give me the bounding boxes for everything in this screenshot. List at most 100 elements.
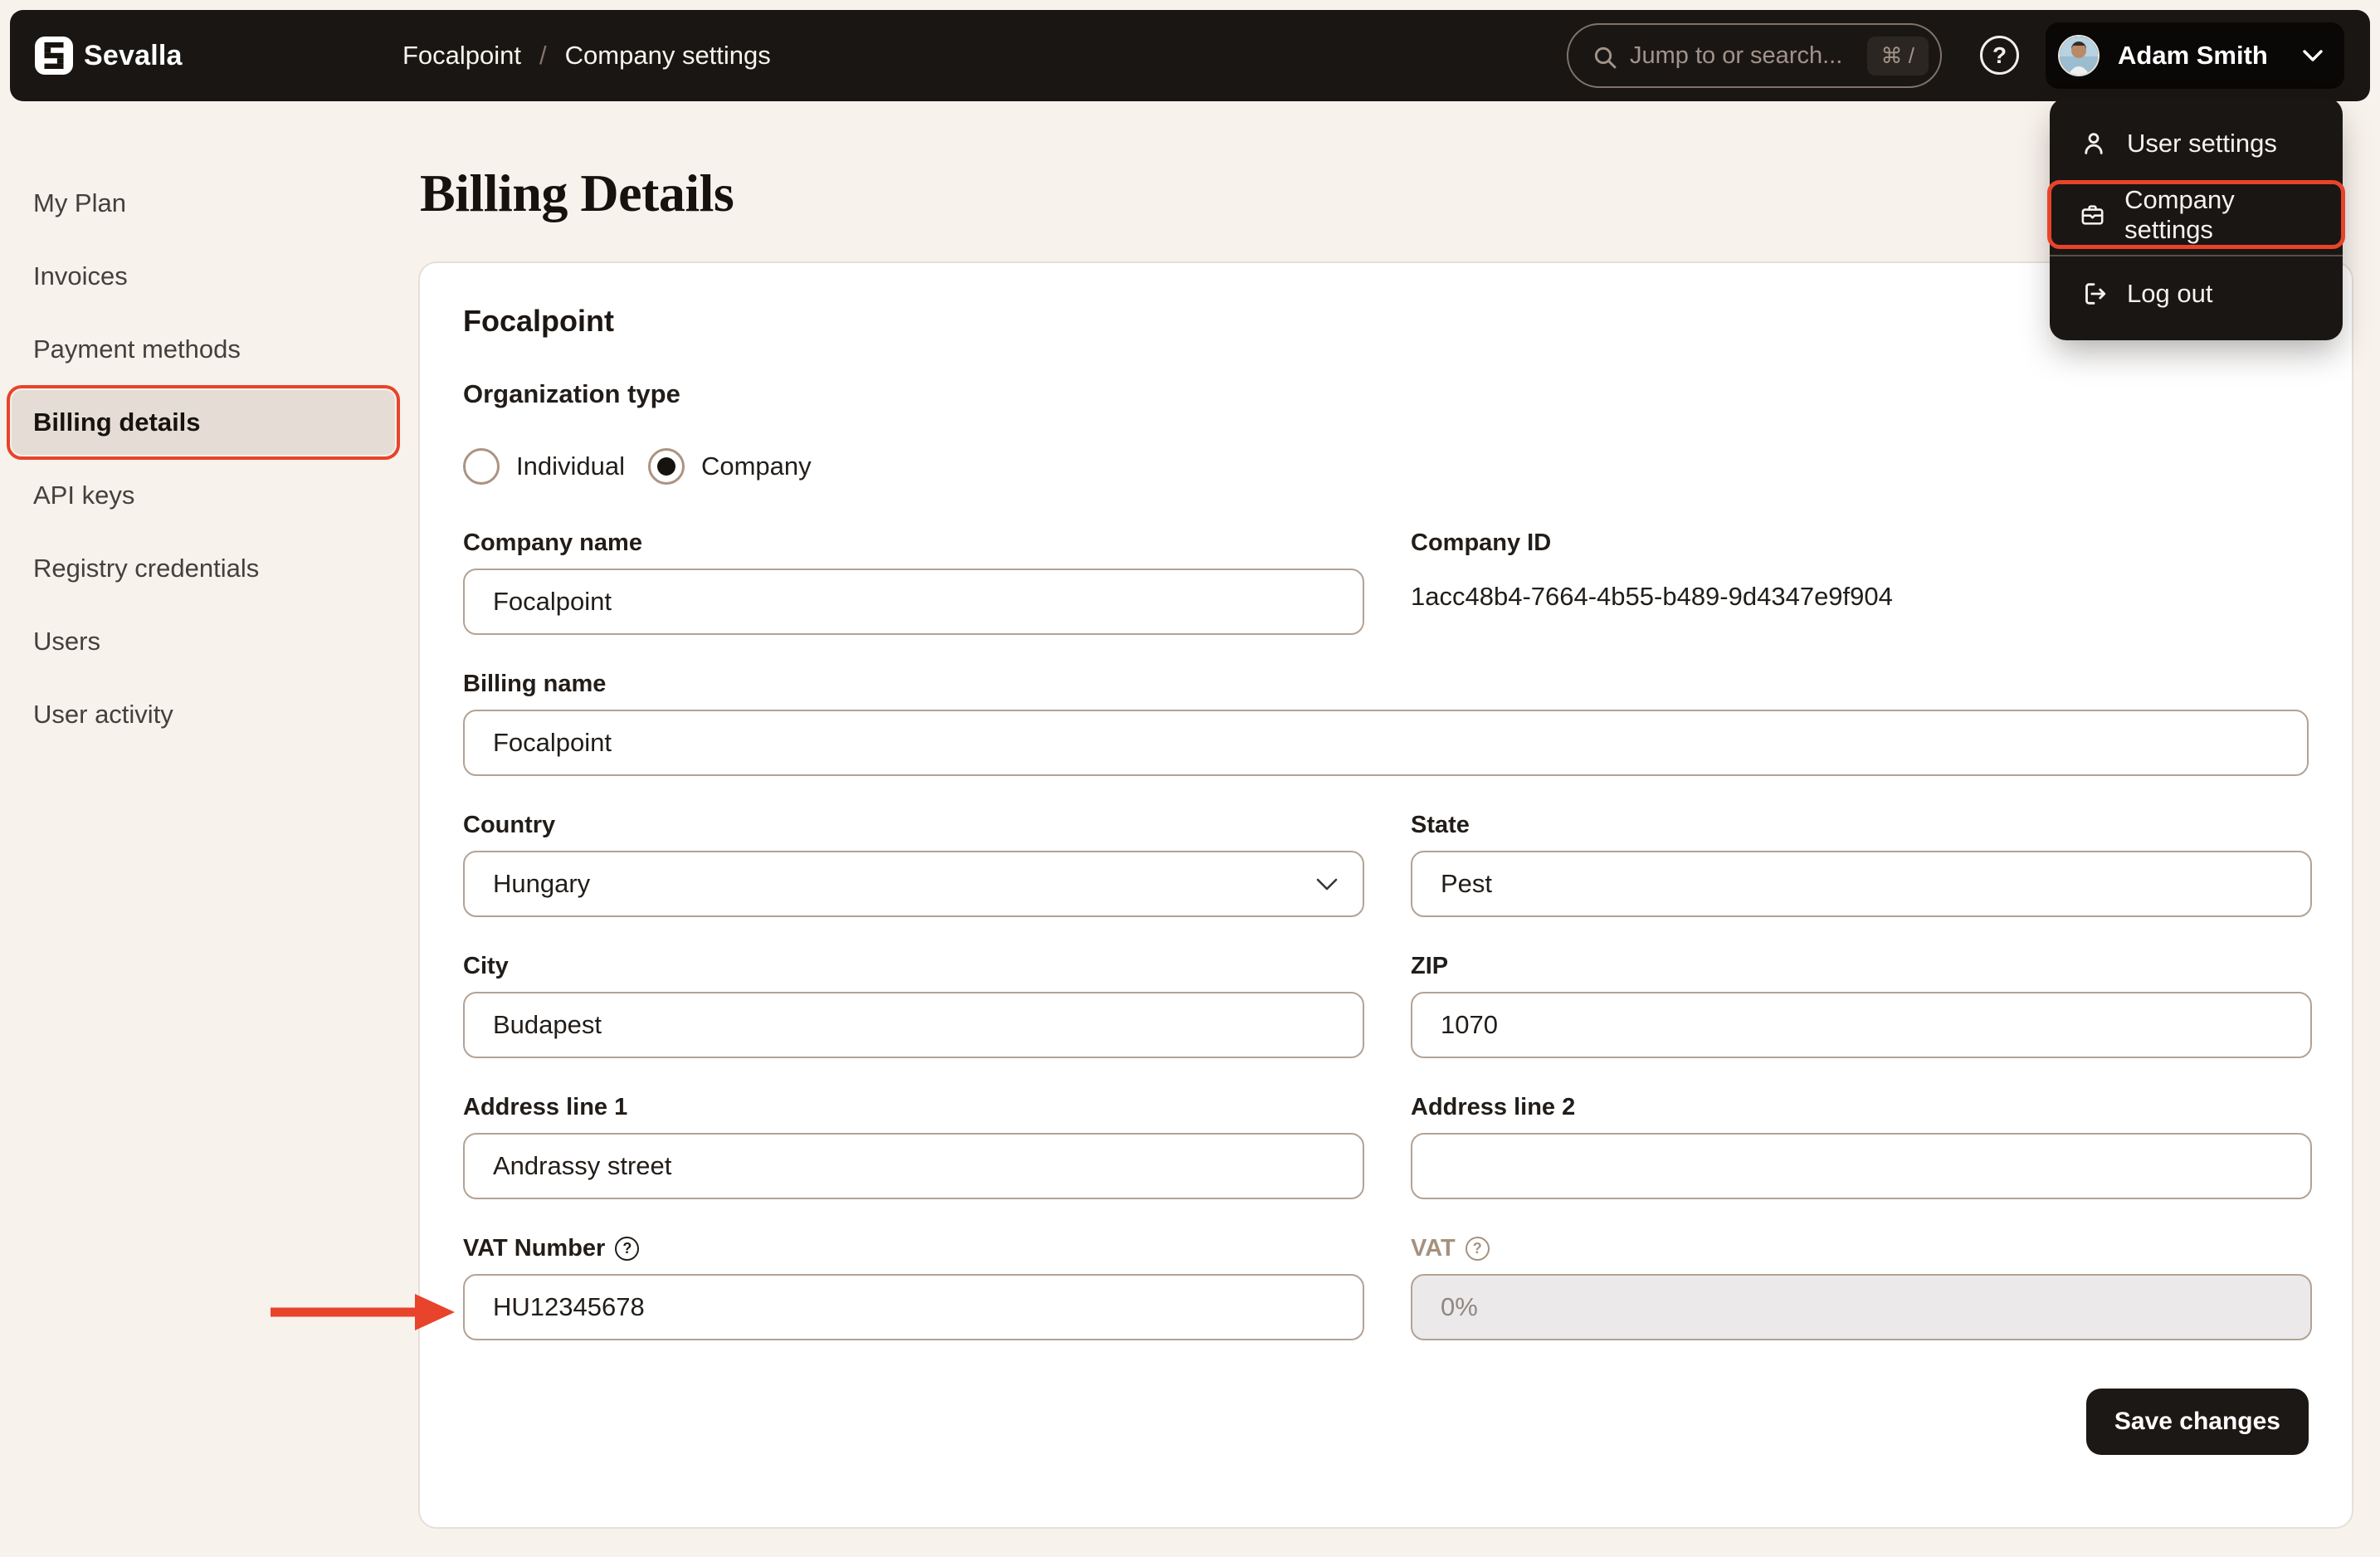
search-icon [1592,44,1618,75]
address-line-2-label: Address line 2 [1411,1094,1576,1120]
menu-divider [2050,255,2343,256]
menu-item-label: Company settings [2124,184,2235,244]
question-mark-icon: ? [1992,41,2007,68]
page-title: Billing Details [420,164,734,222]
vat-number-group: VAT Number ? [463,1234,1364,1340]
menu-item-label: User settings [2127,129,2277,158]
billing-name-field[interactable] [463,710,2309,776]
menu-item-company-settings[interactable]: Company settings [2047,180,2345,249]
chevron-down-icon [2303,50,2323,61]
row-company: Company name Company ID 1acc48b4-7664-4b… [463,529,2309,635]
sidebar-item-billing-details[interactable]: Billing details [7,385,400,460]
company-id-group: Company ID 1acc48b4-7664-4b55-b489-9d434… [1411,529,2312,635]
zip-label: ZIP [1411,953,1449,979]
menu-item-log-out[interactable]: Log out [2068,265,2324,323]
sidebar-item-invoices[interactable]: Invoices [12,244,395,309]
company-name-group: Company name [463,529,1364,635]
address-line-2-field[interactable] [1411,1133,2312,1199]
state-field[interactable] [1411,851,2312,917]
topbar: Sevalla Focalpoint / Company settings ⌘ … [10,10,2370,101]
row-country-state: Country Hungary State [463,811,2312,917]
company-name-label: Company name [463,530,642,556]
company-id-value: 1acc48b4-7664-4b55-b489-9d4347e9f904 [1411,582,1893,611]
state-group: State [1411,811,2312,917]
annotation-arrow [271,1294,455,1330]
address-line-2-group: Address line 2 [1411,1093,2312,1199]
pixel-s-glyph [44,42,64,69]
address-line-1-field[interactable] [463,1133,1364,1199]
chevron-down-icon [1316,878,1338,895]
row-address: Address line 1 Address line 2 [463,1093,2312,1199]
sidebar-item-label: Users [33,627,100,656]
radio-label: Company [700,451,812,481]
country-select-value[interactable]: Hungary [463,851,1364,917]
country-select[interactable]: Hungary [463,851,1364,917]
radio-individual[interactable]: Individual [463,448,625,485]
vat-label-text: VAT [1411,1235,1456,1262]
vat-group: VAT ? [1411,1234,2312,1340]
sidebar-item-my-plan[interactable]: My Plan [12,171,395,236]
organization-type-label: Organization type [463,379,680,408]
question-mark-glyph: ? [1472,1240,1482,1257]
sidebar-item-registry-credentials[interactable]: Registry credentials [12,536,395,601]
help-button[interactable]: ? [1980,36,2019,75]
country-group: Country Hungary [463,811,1364,917]
sidebar-item-user-activity[interactable]: User activity [12,682,395,747]
vat-number-label-text: VAT Number [463,1235,606,1262]
global-search[interactable]: ⌘ / [1567,23,1942,88]
sevalla-logo-icon [35,37,73,75]
billing-name-group: Billing name [463,670,2309,776]
sidebar-item-payment-methods[interactable]: Payment methods [12,317,395,382]
question-mark-glyph: ? [622,1240,632,1257]
help-circle-icon[interactable]: ? [615,1236,640,1261]
vat-number-label: VAT Number ? [463,1234,1364,1262]
vat-number-field[interactable] [463,1274,1364,1340]
sidebar-item-users[interactable]: Users [12,609,395,674]
state-label: State [1411,812,1470,838]
breadcrumb-current[interactable]: Company settings [565,41,771,71]
address-line-1-label: Address line 1 [463,1094,628,1120]
radio-company[interactable]: Company [647,448,812,485]
sidebar-item-label: Invoices [33,261,128,290]
sidebar-item-api-keys[interactable]: API keys [12,463,395,528]
company-name-field[interactable] [463,569,1364,635]
sidebar-item-label: Registry credentials [33,554,260,583]
row-billing-name: Billing name [463,670,2309,776]
row-vat: VAT Number ? VAT ? [463,1234,2312,1340]
zip-field[interactable] [1411,992,2312,1058]
search-shortcut-badge: ⌘ / [1866,37,1929,76]
city-label: City [463,953,509,979]
sidebar-item-label: Billing details [33,408,201,437]
breadcrumb: Focalpoint / Company settings [402,10,771,101]
sidebar-item-label: API keys [33,481,135,510]
row-city-zip: City ZIP [463,952,2312,1058]
user-icon [2085,133,2103,154]
radio-circle-unchecked[interactable] [463,448,500,485]
radio-circle-checked[interactable] [647,448,685,485]
city-group: City [463,952,1364,1058]
sevalla-logo[interactable]: Sevalla [35,37,183,75]
search-input[interactable] [1630,25,1870,86]
logo-wordmark: Sevalla [84,39,183,71]
menu-item-user-settings[interactable]: User settings [2068,115,2324,173]
billing-name-label: Billing name [463,671,607,697]
sidebar-item-label: My Plan [33,188,126,217]
city-field[interactable] [463,992,1364,1058]
save-changes-button[interactable]: Save changes [2085,1389,2309,1455]
save-row: Save changes [463,1389,2309,1455]
vat-label: VAT ? [1411,1234,2312,1262]
address-line-1-group: Address line 1 [463,1093,1364,1199]
country-label: Country [463,812,556,838]
company-id-label: Company ID [1411,530,1552,556]
breadcrumb-separator: / [539,41,547,70]
zip-group: ZIP [1411,952,2312,1058]
breadcrumb-project[interactable]: Focalpoint [402,41,521,71]
organization-type-group: Individual Company [463,448,2309,485]
help-circle-icon[interactable]: ? [1465,1236,1490,1261]
radio-label: Individual [516,451,625,481]
billing-sidebar: My Plan Invoices Payment methods Billing… [0,101,407,755]
sidebar-item-label: User activity [33,700,173,729]
user-menu-button[interactable]: Adam Smith [2046,22,2344,89]
billing-details-card: Focalpoint Organization type Individual … [418,261,2353,1529]
vat-field [1411,1274,2312,1340]
